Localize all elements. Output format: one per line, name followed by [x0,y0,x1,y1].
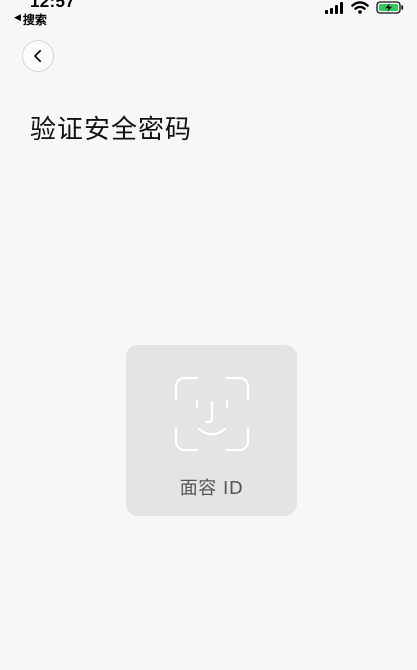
face-id-icon [174,376,250,452]
back-button[interactable] [22,40,54,72]
back-arrow-icon: ◀ [14,13,21,23]
back-to-search-link[interactable]: ◀ 搜索 [14,11,47,28]
cellular-signal-icon [325,1,343,14]
page-title: 验证安全密码 [30,115,193,145]
face-id-button[interactable]: 面容 ID [126,345,297,516]
wifi-icon [351,1,369,14]
verify-security-password-screen: 12:57 ◀ 搜索 验证安全密码 面容 ID [0,0,417,670]
back-app-label: 搜索 [22,13,47,27]
status-bar: 12:57 ◀ 搜索 [0,0,417,30]
face-id-label: 面容 ID [179,478,244,499]
status-icons [324,1,404,14]
battery-charging-icon [376,1,404,14]
chevron-left-icon [34,49,42,63]
